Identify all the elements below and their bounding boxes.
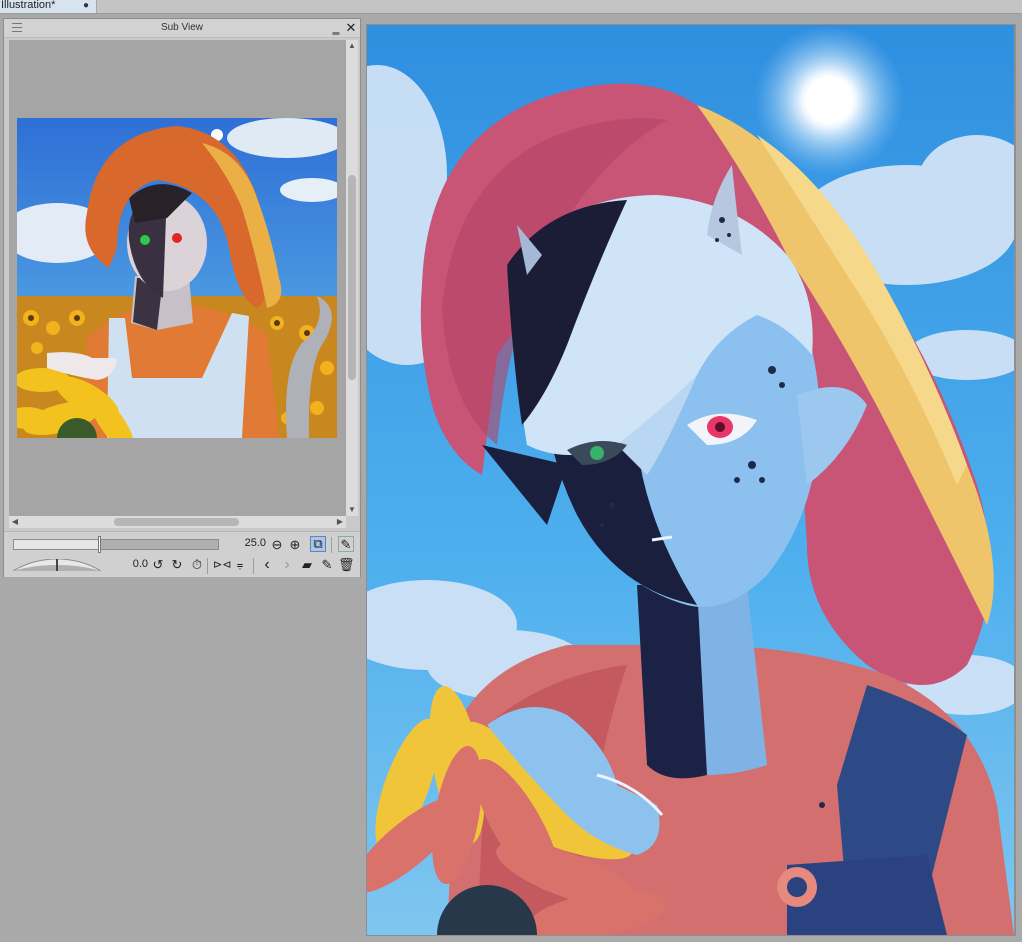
previous-image-icon[interactable]: ‹ [259, 557, 275, 573]
zoom-in-icon[interactable]: ⊕ [287, 537, 303, 553]
rotate-left-icon[interactable]: ↺ [150, 557, 166, 573]
next-image-icon[interactable]: › [279, 557, 295, 573]
sub-view-panel: Sub View ‗ ✕ ▲ ▼ ◀ ▶ 25.0 ⊖ ⊕ ⧉ ✎ 0.0 ↺ … [3, 18, 361, 577]
scroll-down-icon[interactable]: ▼ [346, 504, 358, 516]
vertical-scroll-thumb[interactable] [348, 175, 356, 380]
close-icon[interactable]: ✕ [345, 21, 357, 35]
modified-marker[interactable]: ● [83, 1, 89, 11]
panel-title: Sub View [160, 22, 204, 33]
rotate-right-icon[interactable]: ↻ [169, 557, 185, 573]
reset-rotation-icon[interactable]: ⏱ [189, 557, 205, 573]
panel-header[interactable]: Sub View ‗ ✕ [4, 19, 360, 38]
sub-view-viewport[interactable] [9, 40, 346, 516]
main-canvas[interactable] [367, 25, 1014, 935]
horizontal-scrollbar[interactable]: ◀ ▶ [9, 516, 346, 528]
flip-vertical-icon[interactable]: ⩦ [232, 557, 248, 573]
import-image-icon[interactable]: ▰ [299, 557, 315, 573]
document-tab-title: Illustration* [1, 0, 56, 11]
document-tab[interactable]: Illustration* ● [0, 0, 97, 13]
toolbar-divider [331, 537, 332, 553]
illustration-artwork [367, 25, 1014, 935]
zoom-slider-knob[interactable] [97, 536, 101, 553]
minimize-icon[interactable]: ‗ [330, 21, 342, 35]
reference-image [17, 118, 337, 438]
rotation-slider[interactable] [13, 559, 101, 571]
toolbar-divider [253, 558, 254, 574]
scroll-right-icon[interactable]: ▶ [334, 516, 346, 528]
zoom-value: 25.0 [244, 537, 266, 549]
flip-horizontal-icon[interactable]: ⊳⊲ [213, 557, 231, 573]
horizontal-scroll-thumb[interactable] [114, 518, 239, 526]
scroll-left-icon[interactable]: ◀ [9, 516, 21, 528]
zoom-slider[interactable] [13, 536, 219, 553]
rotation-value: 0.0 [132, 558, 148, 570]
fit-view-icon[interactable]: ⧉ [310, 536, 326, 552]
sub-view-toolbar: 25.0 ⊖ ⊕ ⧉ ✎ 0.0 ↺ ↻ ⏱ ⊳⊲ ⩦ ‹ › ▰ ✎ 🗑 [4, 531, 360, 577]
document-tab-strip: Illustration* ● [0, 0, 1022, 14]
eyedropper-icon[interactable]: ✎ [338, 536, 354, 552]
vertical-scrollbar[interactable]: ▲ ▼ [346, 40, 358, 516]
clear-image-icon[interactable]: ✎ [319, 557, 335, 573]
rotation-slider-knob[interactable] [56, 559, 58, 571]
toolbar-divider [207, 558, 208, 574]
reference-image-thumbnail[interactable] [17, 118, 337, 438]
zoom-slider-fill [14, 540, 100, 549]
zoom-out-icon[interactable]: ⊖ [269, 537, 285, 553]
delete-icon[interactable]: 🗑 [338, 557, 355, 573]
scroll-up-icon[interactable]: ▲ [346, 40, 358, 52]
